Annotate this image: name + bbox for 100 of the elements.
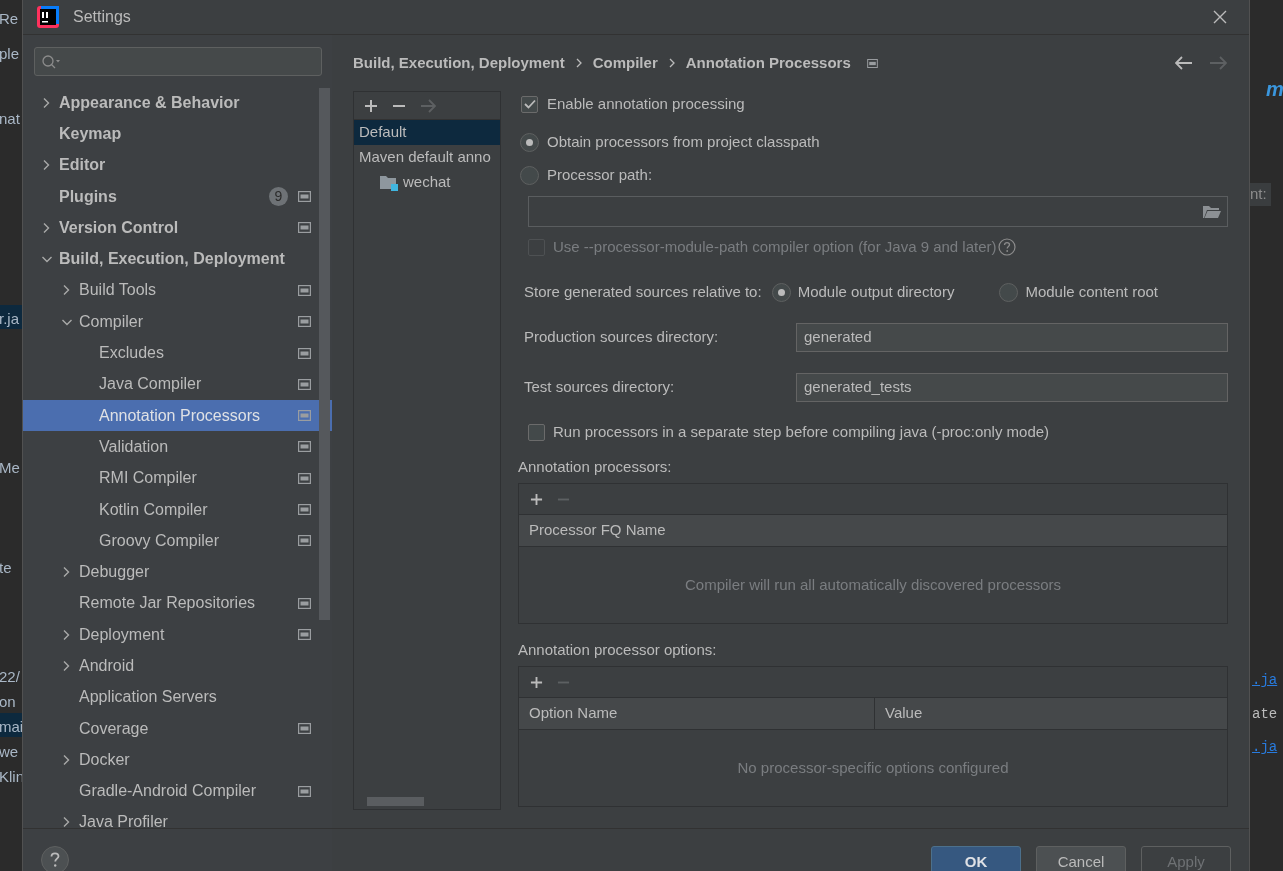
scrollbar-thumb[interactable] [367,797,424,806]
tree-item[interactable]: Compiler [23,306,332,338]
background-text: te [0,558,12,578]
field-label: Store generated sources relative to: [524,281,762,302]
add-icon[interactable] [530,675,543,689]
add-icon[interactable] [364,98,378,113]
field-label: Test sources directory: [524,377,676,398]
search-field[interactable] [34,47,322,76]
breadcrumb-item: Build, Execution, Deployment [353,52,565,73]
column-header[interactable]: Option Name [519,698,875,729]
tree-item[interactable]: Gradle-Android Compiler [23,775,332,807]
tree-item[interactable]: Plugins 9 [23,180,332,213]
background-text: r.ja [0,309,19,329]
folder-icon[interactable] [1203,204,1221,219]
tree-item[interactable]: Build Tools [23,274,332,307]
tree-item[interactable]: Remote Jar Repositories [23,587,332,620]
chevron-right-icon[interactable] [61,816,71,829]
radio-button[interactable] [999,282,1019,302]
window-title: Settings [73,7,131,27]
radio-label: Processor path: [547,165,653,186]
checkmark-icon [523,99,536,109]
profile-item[interactable]: Maven default anno [354,145,500,170]
tree-item[interactable]: Debugger [23,556,332,588]
checked-checkbox[interactable] [521,95,538,113]
profile-item[interactable]: Default [354,120,500,145]
background-text: mai [0,717,22,737]
checkbox[interactable] [528,423,545,441]
chevron-right-icon[interactable] [61,566,71,579]
background-text: m [1266,77,1283,102]
radio-button[interactable] [771,282,791,302]
tree-item[interactable]: Annotation Processors [23,399,332,432]
checkbox-label: Enable annotation processing [547,93,745,114]
processor-path-field[interactable] [528,196,1228,227]
empty-table-message: Compiler will run all automatically discovered processors [685,574,1061,595]
checkbox-label: Run processors in a separate step before compiling java (-proc:only mode) [553,421,1050,442]
tree-item[interactable]: Groovy Compiler [23,525,332,557]
radio-button[interactable] [520,166,539,185]
field-label: Production sources directory: [524,327,720,348]
background-text: 22/ [0,667,20,687]
tree-item[interactable]: Excludes [23,337,332,369]
tree-item[interactable]: Android [23,650,332,682]
scrollbar-thumb[interactable] [319,88,330,620]
chevron-down-icon[interactable] [41,254,53,265]
empty-table-message: No processor-specific options configured [737,757,1009,778]
project-settings-icon [866,58,878,68]
cancel-button[interactable]: Cancel [1036,846,1126,871]
text-field[interactable]: generated_tests [796,373,1228,402]
chevron-right-icon [667,58,676,68]
background-text: .ja [1252,738,1278,757]
add-icon[interactable] [530,492,543,506]
breadcrumb-item: Annotation Processors [685,52,851,73]
radio-label: Module content root [1025,281,1158,302]
background-text: Me [0,458,20,478]
chevron-right-icon[interactable] [41,221,51,234]
back-arrow-icon[interactable] [1175,56,1193,70]
module-item[interactable]: wechat [354,170,500,195]
help-icon[interactable] [997,238,1016,256]
column-header[interactable]: Processor FQ Name [519,515,1227,546]
tree-item[interactable]: Application Servers [23,681,332,713]
tree-item[interactable]: Deployment [23,619,332,651]
tree-item[interactable]: Java Profiler [23,806,332,839]
radio-label: Obtain processors from project classpath [547,132,820,153]
search-icon [41,53,61,70]
radio-button[interactable] [520,133,539,152]
chevron-right-icon[interactable] [41,96,51,109]
column-header[interactable]: Value [875,698,1227,729]
ok-button[interactable]: OK [931,846,1021,871]
background-text: nat [0,109,20,129]
checkbox-label: Use --processor-module-path compiler option (for Java 9 and later) [553,236,997,257]
tree-item[interactable]: RMI Compiler [23,462,332,494]
chevron-right-icon[interactable] [61,284,71,297]
tree-item[interactable]: Kotlin Compiler [23,493,332,526]
tree-item[interactable]: Version Control [23,212,332,244]
chevron-right-icon[interactable] [61,753,71,766]
tree-item[interactable]: Docker [23,744,332,776]
chevron-right-icon[interactable] [61,628,71,641]
chevron-right-icon [574,58,583,68]
tree-item[interactable]: Validation [23,431,332,463]
close-icon[interactable] [1213,10,1227,24]
app-logo-icon [37,6,59,28]
tree-item[interactable]: Java Compiler [23,368,332,400]
chevron-right-icon[interactable] [61,660,71,672]
tree-item[interactable]: Appearance & Behavior [23,87,332,119]
background-text: ate [1252,705,1278,724]
radio-label: Module output directory [797,281,955,302]
tree-item[interactable]: Editor [23,149,332,181]
breadcrumb-item: Compiler [592,52,658,73]
section-label: Annotation processor options: [518,639,718,660]
background-text: .ja [1252,671,1278,690]
tree-item[interactable]: Keymap [23,118,332,150]
background-text: nt: [1250,183,1271,206]
text-field[interactable]: generated [796,323,1228,352]
tree-item[interactable]: Coverage [23,712,332,745]
background-text: on [0,692,16,712]
chevron-right-icon[interactable] [41,159,51,172]
background-text: Re [0,9,19,29]
section-label: Annotation processors: [518,456,673,477]
tree-item[interactable]: Build, Execution, Deployment [23,243,332,275]
question-mark-icon [50,852,60,868]
background-text: ple [0,44,20,64]
